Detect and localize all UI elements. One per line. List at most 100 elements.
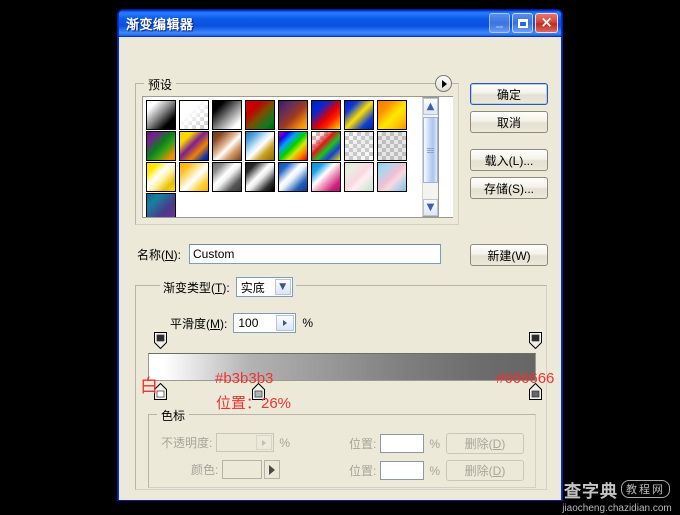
watermark: 查字典 教程网 jiaocheng.chazidian.com	[556, 477, 678, 514]
smoothness-label: 平滑度(M):	[170, 316, 228, 331]
preset-swatch[interactable]	[179, 100, 209, 130]
opacity-stop-left[interactable]	[154, 332, 167, 350]
name-label: 名称(N):	[137, 247, 182, 262]
save-button-label: 存储(S)...	[484, 181, 534, 196]
preset-swatch[interactable]	[377, 162, 407, 192]
scrollbar-track[interactable]	[423, 115, 438, 199]
swatch-fill	[213, 132, 241, 160]
swatch-fill	[213, 101, 241, 129]
scrollbar-grip-icon	[427, 147, 434, 154]
window-title: 渐变编辑器	[126, 17, 194, 32]
swatch-fill	[213, 163, 241, 191]
smoothness-value: 100	[238, 316, 259, 330]
close-icon[interactable]: ×	[535, 13, 558, 33]
gradient-type-label: 渐变类型(T):	[163, 280, 230, 295]
smoothness-input[interactable]: 100	[233, 313, 297, 333]
smoothness-stepper-icon[interactable]	[276, 315, 295, 331]
preset-swatch[interactable]	[311, 100, 341, 130]
swatch-fill	[279, 163, 307, 191]
title-bar[interactable]: 渐变编辑器 ×	[119, 11, 561, 37]
color-stop-white[interactable]	[154, 382, 167, 400]
swatch-fill	[180, 132, 208, 160]
ok-button-label: 确定	[496, 87, 521, 102]
preset-swatch[interactable]	[146, 100, 176, 130]
preset-swatch[interactable]	[278, 131, 308, 161]
preset-swatch[interactable]	[146, 131, 176, 161]
new-button[interactable]: 新建(W)	[470, 244, 548, 266]
preset-swatch[interactable]	[245, 100, 275, 130]
opacity-position-row: 位置: % 删除(D)	[349, 433, 525, 454]
gradient-preview-bar[interactable]	[148, 353, 536, 381]
color-stop-dark[interactable]	[529, 382, 542, 400]
maximize-icon[interactable]	[512, 13, 533, 33]
color-picker-icon[interactable]	[264, 460, 281, 479]
scroll-down-icon[interactable]: ▼	[423, 199, 438, 216]
opacity-position-input[interactable]	[380, 434, 425, 453]
smoothness-percent: %	[302, 316, 314, 330]
name-input[interactable]: Custom	[189, 244, 442, 264]
color-stop-group-label: 色标	[157, 407, 190, 424]
color-stop-mid[interactable]	[252, 382, 265, 400]
preset-swatch[interactable]	[377, 131, 407, 161]
ok-button[interactable]: 确定	[470, 83, 548, 105]
swatch-fill	[246, 163, 274, 191]
save-button[interactable]: 存储(S)...	[470, 177, 548, 199]
scrollbar-thumb[interactable]	[423, 117, 438, 183]
watermark-row: 查字典 教程网	[564, 477, 670, 502]
preset-swatch[interactable]	[278, 100, 308, 130]
preset-swatch[interactable]	[344, 162, 374, 192]
watermark-brand: 查字典	[564, 481, 618, 502]
preset-swatch[interactable]	[278, 162, 308, 192]
gradient-type-select[interactable]: 实底 ▼	[235, 277, 293, 297]
new-button-label: 新建(W)	[487, 248, 531, 263]
preset-swatch[interactable]	[344, 100, 374, 130]
watermark-pill: 教程网	[621, 480, 670, 498]
swatch-fill	[345, 132, 373, 160]
swatch-fill	[147, 194, 175, 217]
gradient-type-group: 渐变类型(T): 实底 ▼ 平滑度(M): 100 % 色标 不透明度: % 位…	[135, 277, 547, 490]
window-controls: ×	[489, 13, 558, 33]
load-button-label: 载入(L)...	[484, 153, 534, 168]
watermark-url: jiaocheng.chazidian.com	[562, 502, 672, 514]
preset-swatch[interactable]	[212, 131, 242, 161]
preset-swatch[interactable]	[245, 162, 275, 192]
swatch-fill	[147, 163, 175, 191]
swatch-fill	[180, 163, 208, 191]
preset-swatch[interactable]	[377, 100, 407, 130]
color-position-input[interactable]	[380, 461, 425, 480]
gradient-type-value: 实底	[240, 280, 265, 295]
opacity-row: 不透明度: %	[161, 433, 290, 452]
preset-swatch[interactable]	[311, 162, 341, 192]
swatch-fill	[312, 163, 340, 191]
preset-scrollbar[interactable]: ▲ ▼	[422, 97, 439, 217]
color-swatch[interactable]	[222, 460, 263, 479]
gradient-editor-dialog: 渐变编辑器 × 预设 ▲ ▼ 名称(N): Custom 渐变类型(T): 实底…	[118, 10, 562, 500]
swatch-fill	[180, 101, 208, 129]
scroll-up-icon[interactable]: ▲	[423, 98, 438, 115]
gradient-type-row: 渐变类型(T): 实底 ▼	[160, 277, 296, 297]
preset-swatch[interactable]	[212, 100, 242, 130]
preset-swatch[interactable]	[311, 131, 341, 161]
swatch-fill	[378, 132, 406, 160]
preset-swatch[interactable]	[212, 162, 242, 192]
swatch-fill	[345, 101, 373, 129]
screenshot-root: 渐变编辑器 × 预设 ▲ ▼ 名称(N): Custom 渐变类型(T): 实底…	[0, 0, 680, 515]
preset-swatch[interactable]	[344, 131, 374, 161]
opacity-stop-right[interactable]	[529, 332, 542, 350]
preset-swatch[interactable]	[146, 193, 176, 217]
preset-menu-icon[interactable]	[435, 75, 452, 92]
preset-swatch[interactable]	[179, 162, 209, 192]
color-position-row: 位置: % 删除(D)	[349, 460, 525, 481]
minimize-icon[interactable]	[489, 13, 510, 33]
preset-swatch[interactable]	[179, 131, 209, 161]
color-row: 颜色:	[191, 460, 281, 479]
cancel-button[interactable]: 取消	[470, 111, 548, 133]
swatch-fill	[279, 132, 307, 160]
load-button[interactable]: 载入(L)...	[470, 149, 548, 171]
swatch-fill	[246, 101, 274, 129]
preset-swatch[interactable]	[146, 162, 176, 192]
preset-swatch-grid[interactable]	[143, 97, 422, 217]
preset-list[interactable]: ▲ ▼	[142, 96, 453, 218]
chevron-down-icon[interactable]: ▼	[274, 279, 291, 295]
preset-swatch[interactable]	[245, 131, 275, 161]
